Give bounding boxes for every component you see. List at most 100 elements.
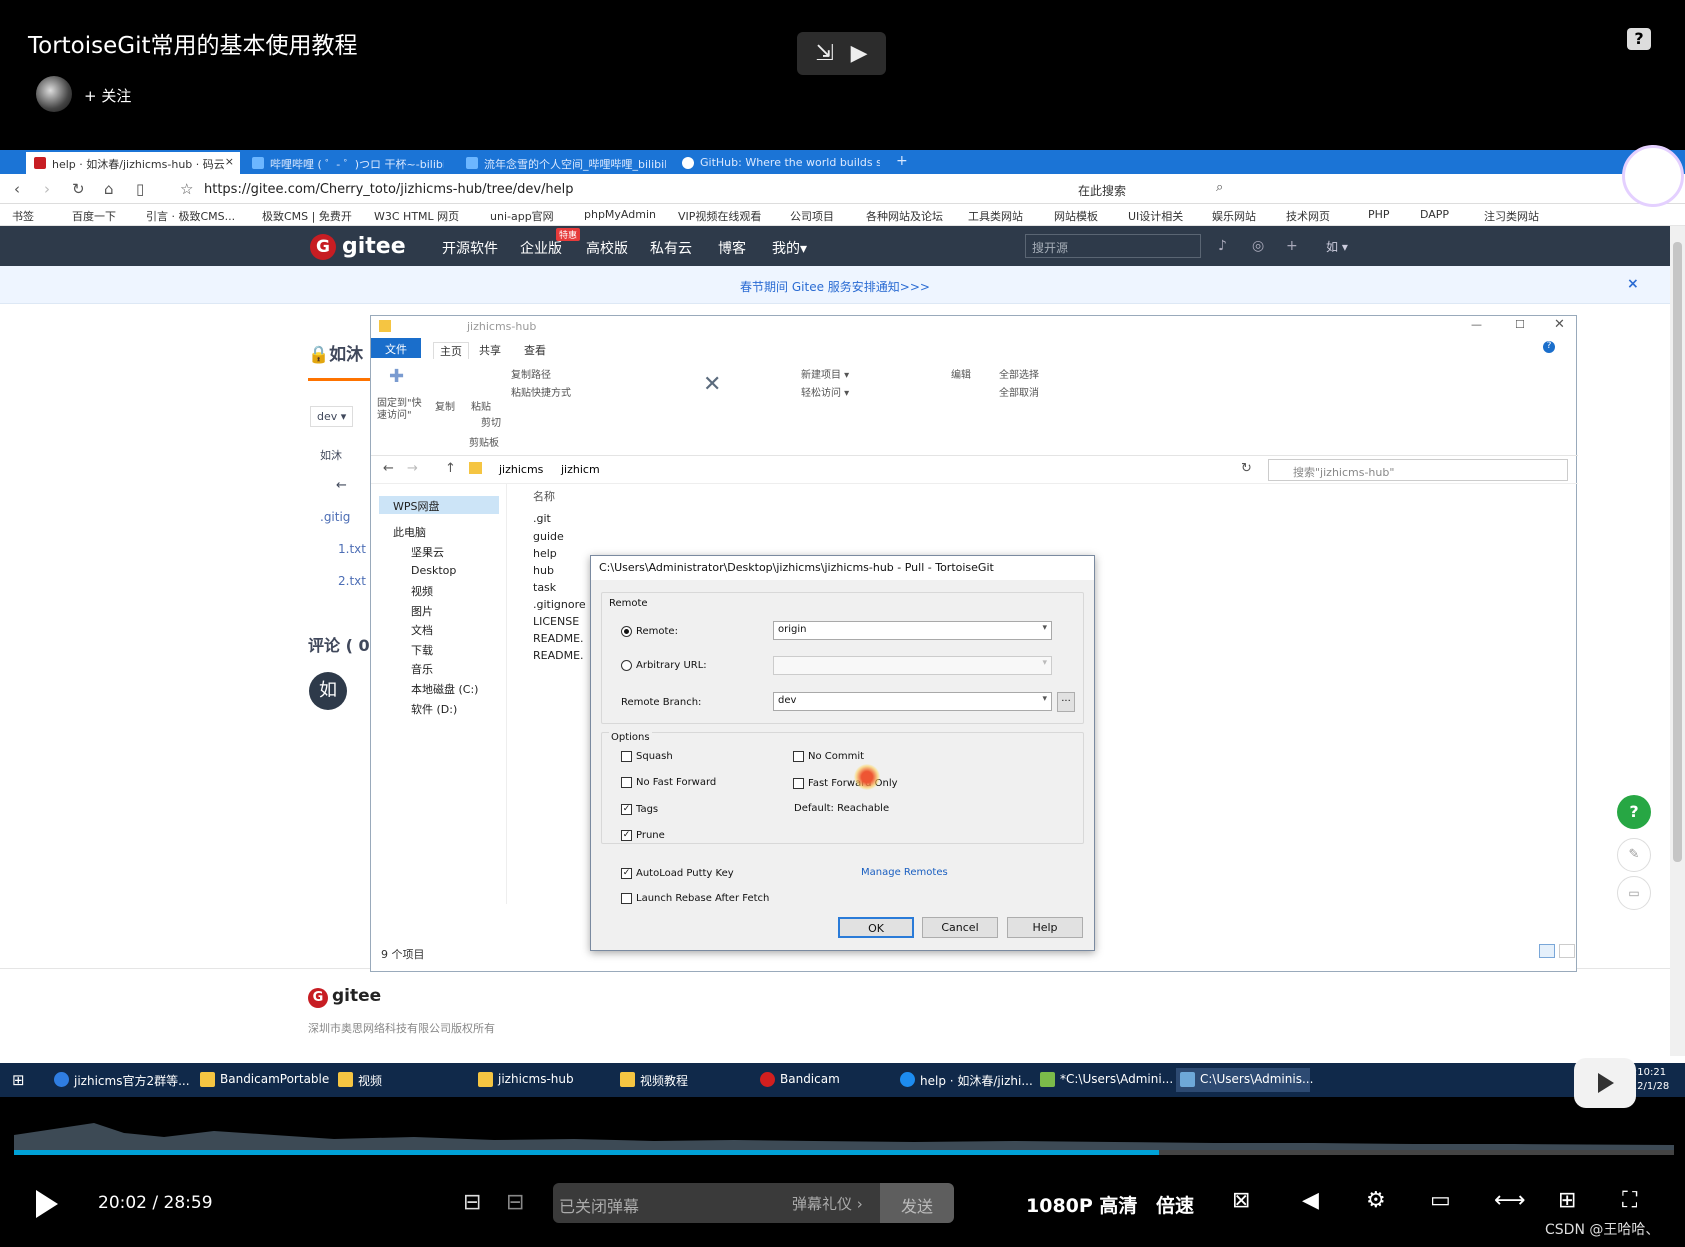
delete-icon[interactable]: ✕ (703, 372, 721, 397)
breadcrumb-segment[interactable]: jizhicm (561, 463, 600, 476)
ribbon-pin[interactable]: 固定到"快速访问" (377, 398, 429, 422)
screen-record-icon[interactable]: ▶ (851, 41, 868, 66)
browser-tab-github[interactable]: GitHub: Where the world builds s (674, 152, 880, 174)
pip-icon[interactable]: ▭ (1430, 1188, 1451, 1213)
bookmark-item[interactable]: 极致CMS | 免费开 (262, 208, 352, 224)
gitee-search-input[interactable]: 搜开源 (1025, 234, 1201, 258)
home-icon[interactable]: ⌂ (104, 180, 114, 198)
up-icon[interactable]: ↑ (445, 461, 456, 476)
no-fast-forward-checkbox[interactable] (621, 777, 632, 788)
ribbon-tab-file[interactable]: 文件 (371, 338, 421, 358)
progress-played[interactable] (14, 1150, 1160, 1155)
taskbar-item[interactable]: jizhicms官方2群等... (50, 1068, 190, 1092)
repo-title[interactable]: 🔒如沐 (308, 340, 363, 365)
float-edit-icon[interactable]: ✎ (1617, 838, 1651, 872)
bookmark-item[interactable]: 注习类网站 (1484, 208, 1539, 224)
bookmark-item[interactable]: 娱乐网站 (1212, 208, 1256, 224)
taskbar-item[interactable]: BandicamPortable (196, 1068, 329, 1092)
fast-forward-only-checkbox[interactable] (793, 778, 804, 789)
nav-enterprise[interactable]: 企业版 (520, 238, 562, 258)
details-view-icon[interactable] (1539, 944, 1555, 958)
nav-item[interactable]: 图片 (411, 603, 433, 619)
nav-item[interactable]: WPS网盘 (393, 498, 440, 514)
browser-tab-bilibili[interactable]: 哔哩哔哩 ( ゜- ゜)つロ 干杯~-bilibili (244, 152, 444, 174)
quality-selector[interactable]: 1080P 高清 (1026, 1191, 1137, 1218)
nav-item[interactable]: 软件 (D:) (411, 701, 457, 717)
nav-item[interactable]: Desktop (411, 564, 456, 577)
new-tab-button[interactable]: + (888, 152, 918, 174)
webfullscreen-icon[interactable]: ⊞ (1558, 1188, 1576, 1213)
bookmark-item[interactable]: DAPP (1420, 208, 1449, 221)
ribbon-paste[interactable]: 粘贴 (471, 398, 491, 413)
file-link[interactable]: .gitig (320, 510, 350, 524)
follow-button[interactable]: + 关注 (84, 85, 131, 106)
forward-icon[interactable]: → (407, 461, 418, 476)
ribbon-tab-view[interactable]: 查看 (524, 342, 546, 358)
taskbar-item-active[interactable]: C:\Users\Adminis... (1176, 1068, 1313, 1092)
ribbon-edit[interactable]: 编辑 (951, 366, 971, 381)
cancel-button[interactable]: Cancel (922, 917, 998, 938)
nav-item[interactable]: 下载 (411, 642, 433, 658)
launch-rebase-checkbox[interactable] (621, 893, 632, 904)
ribbon-paste-shortcut[interactable]: 粘贴快捷方式 (511, 384, 571, 399)
browser-search-box[interactable]: 在此搜索 (1078, 182, 1126, 199)
ribbon-new-item[interactable]: 新建项目 ▾ (801, 366, 849, 381)
nav-open-source[interactable]: 开源软件 (442, 238, 498, 258)
location-icon[interactable]: ◎ (1252, 238, 1264, 254)
nav-item[interactable]: 本地磁盘 (C:) (411, 681, 478, 697)
bookmark-item[interactable]: 工具类网站 (968, 208, 1023, 224)
file-item[interactable]: LICENSE (533, 615, 579, 628)
scrollbar-thumb[interactable] (1673, 242, 1682, 862)
bookmark-star-icon[interactable]: ☆ (180, 180, 193, 198)
forward-icon[interactable]: › (44, 180, 50, 198)
bookmark-item[interactable]: PHP (1368, 208, 1390, 221)
nav-education[interactable]: 高校版 (586, 238, 628, 258)
play-button[interactable] (36, 1190, 58, 1218)
ribbon-select-all[interactable]: 全部选择 (999, 366, 1039, 381)
file-item[interactable]: task (533, 581, 556, 594)
explorer-search-input[interactable]: 搜索"jizhicms-hub" (1268, 459, 1568, 481)
back-icon[interactable]: ‹ (14, 180, 20, 198)
gitee-logo[interactable]: Ggitee (310, 234, 406, 260)
nav-item[interactable]: 音乐 (411, 661, 433, 677)
minimize-icon[interactable]: — (1471, 318, 1482, 331)
subtitle-icon[interactable]: ⊠ (1232, 1188, 1250, 1213)
send-danmu-button[interactable]: 发送 (880, 1183, 954, 1223)
squash-checkbox[interactable] (621, 751, 632, 762)
float-comment-icon[interactable]: ▭ (1617, 876, 1651, 910)
nav-item[interactable]: 文档 (411, 622, 433, 638)
remote-branch-select[interactable]: dev ▾ (773, 692, 1052, 711)
column-header-name[interactable]: 名称 (533, 488, 555, 504)
settings-gear-icon[interactable]: ⚙ (1366, 1188, 1386, 1213)
ribbon-easy-access[interactable]: 轻松访问 ▾ (801, 384, 849, 399)
file-item[interactable]: README. (533, 649, 584, 662)
back-icon[interactable]: ← (383, 461, 394, 476)
taskbar-item[interactable]: Bandicam (756, 1068, 878, 1092)
feedback-help-icon[interactable]: ? (1627, 28, 1651, 50)
maximize-icon[interactable]: ☐ (1515, 318, 1525, 331)
file-item[interactable]: .gitignore (533, 598, 586, 611)
search-icon[interactable]: ⌕ (1216, 180, 1223, 195)
branch-select[interactable]: dev ▾ (310, 406, 354, 427)
close-icon[interactable]: ✕ (1554, 317, 1565, 332)
reload-icon[interactable]: ↻ (72, 180, 85, 198)
taskbar-item[interactable]: 视频教程 (616, 1068, 740, 1092)
nav-item[interactable]: 此电脑 (393, 524, 426, 540)
bilibili-play-overlay-icon[interactable] (1574, 1058, 1636, 1108)
file-item[interactable]: help (533, 547, 557, 560)
file-link[interactable]: 2.txt (338, 574, 366, 588)
bookmark-item[interactable]: 百度一下 (72, 208, 116, 224)
exit-pip-icon[interactable]: ⇲ (815, 41, 833, 66)
help-icon[interactable]: ? (1543, 341, 1555, 353)
bookmark-item[interactable]: UI设计相关 (1128, 208, 1183, 224)
prune-checkbox[interactable]: ✓ (621, 830, 632, 841)
bell-icon[interactable]: ♪ (1218, 238, 1227, 254)
widescreen-icon[interactable]: ⟷ (1494, 1188, 1526, 1213)
bookmark-item[interactable]: uni-app官网 (490, 208, 554, 224)
plus-icon[interactable]: + (1286, 238, 1298, 254)
nav-mine[interactable]: 我的▾ (772, 238, 807, 258)
file-item[interactable]: README. (533, 632, 584, 645)
bookmark-item[interactable]: 公司项目 (790, 208, 834, 224)
bookmark-item[interactable]: VIP视频在线观看 (678, 208, 761, 224)
bookmark-item[interactable]: 各种网站及论坛 (866, 208, 943, 224)
